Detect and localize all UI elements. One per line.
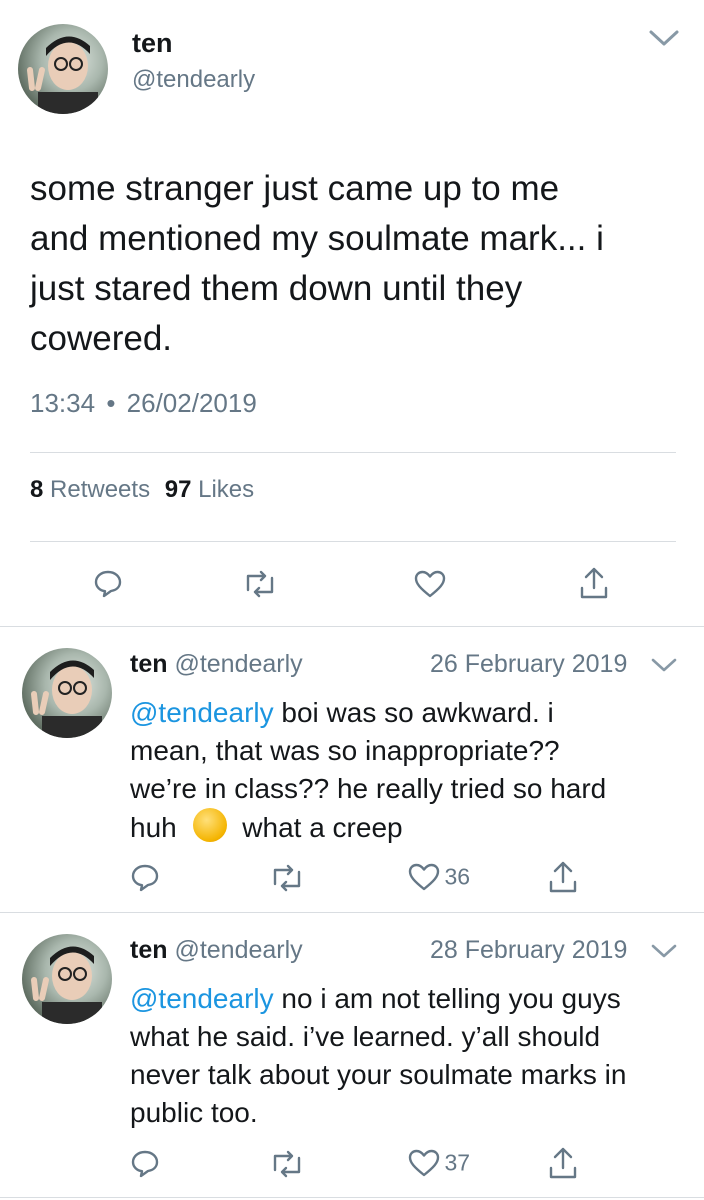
reply-icon[interactable] [130, 1148, 160, 1178]
display-name[interactable]: ten [132, 28, 173, 59]
avatar[interactable] [18, 24, 108, 114]
chevron-down-icon[interactable] [648, 28, 680, 48]
reply-text-line: mean, that was so inappropriate?? [130, 735, 560, 766]
like-icon[interactable] [414, 569, 446, 599]
avatar[interactable] [22, 934, 112, 1024]
likes-stat[interactable]: 97 Likes [165, 476, 254, 503]
like-count: 37 [444, 1149, 471, 1176]
reply-handle[interactable]: @tendearly [174, 650, 302, 678]
like-button[interactable]: 37 [408, 1148, 470, 1178]
share-icon[interactable] [579, 566, 609, 600]
separator-dot: • [106, 388, 116, 418]
retweet-icon[interactable] [270, 1150, 304, 1178]
reply-text-fragment: no i am not telling you guys [273, 983, 621, 1014]
reply-text-line: @tendearly boi was so awkward. i [130, 694, 690, 732]
like-icon [408, 1148, 440, 1178]
chevron-down-icon[interactable] [650, 942, 678, 960]
likes-count: 97 [164, 476, 192, 503]
retweet-icon[interactable] [270, 864, 304, 892]
reply-text-fragment: what a creep [234, 812, 403, 843]
handle[interactable]: @tendearly [132, 66, 255, 94]
divider [0, 626, 704, 627]
reply-text: @tendearly no i am not telling you guys … [130, 980, 690, 1132]
reply-text-line: what he said. i’ve learned. y’all should [130, 1021, 601, 1052]
reply-icon[interactable] [130, 862, 160, 892]
tweet-text-line: and mentioned my soulmate mark... i [30, 219, 604, 258]
timestamp[interactable]: 13:34 • 26/02/2019 [30, 388, 257, 419]
reply-text-fragment: huh [130, 812, 177, 843]
reply-text: @tendearly boi was so awkward. i mean, t… [130, 694, 690, 847]
tweet-text-line: just stared them down until they [30, 269, 523, 308]
avatar[interactable] [22, 648, 112, 738]
divider [30, 541, 676, 542]
like-count: 36 [444, 863, 471, 890]
reply-icon[interactable] [93, 568, 123, 598]
tweet-text: some stranger just came up to me and men… [30, 164, 690, 364]
reply-header: ten @tendearly [130, 936, 303, 965]
weary-face-emoji: 😩 [192, 808, 227, 842]
reply-display-name[interactable]: ten [130, 650, 168, 678]
retweets-label: Retweets [50, 476, 151, 503]
reply-date[interactable]: 28 February 2019 [430, 936, 627, 965]
divider [0, 912, 704, 913]
chevron-down-icon[interactable] [650, 656, 678, 674]
like-button[interactable]: 36 [408, 862, 470, 892]
likes-label: Likes [198, 476, 255, 503]
divider [0, 1197, 704, 1198]
mention-link[interactable]: @tendearly [130, 983, 274, 1014]
like-icon [408, 862, 440, 892]
reply-text-line: @tendearly no i am not telling you guys [130, 980, 690, 1018]
engagement-stats: 8 Retweets 97 Likes [30, 476, 254, 504]
reply-date[interactable]: 26 February 2019 [430, 650, 627, 679]
tweet-text-line: cowered. [30, 319, 173, 358]
reply-handle[interactable]: @tendearly [174, 936, 302, 964]
reply-header: ten @tendearly [130, 650, 303, 679]
retweets-count: 8 [30, 476, 44, 503]
tweet-time: 13:34 [30, 388, 96, 418]
reply-text-line: we’re in class?? he really tried so hard [130, 773, 607, 804]
share-icon[interactable] [548, 860, 578, 894]
tweet-date: 26/02/2019 [126, 388, 257, 418]
mention-link[interactable]: @tendearly [130, 697, 274, 728]
retweet-icon[interactable] [243, 570, 277, 598]
share-icon[interactable] [548, 1146, 578, 1180]
reply-text-line: public too. [130, 1097, 258, 1128]
tweet-text-line: some stranger just came up to me [30, 169, 560, 208]
reply-text-fragment: boi was so awkward. i [273, 697, 554, 728]
reply-text-line: huh 😩 what a creep [130, 808, 690, 847]
reply-text-line: never talk about your soulmate marks in [130, 1059, 627, 1090]
retweets-stat[interactable]: 8 Retweets [30, 476, 157, 503]
reply-display-name[interactable]: ten [130, 936, 168, 964]
divider [30, 452, 676, 453]
